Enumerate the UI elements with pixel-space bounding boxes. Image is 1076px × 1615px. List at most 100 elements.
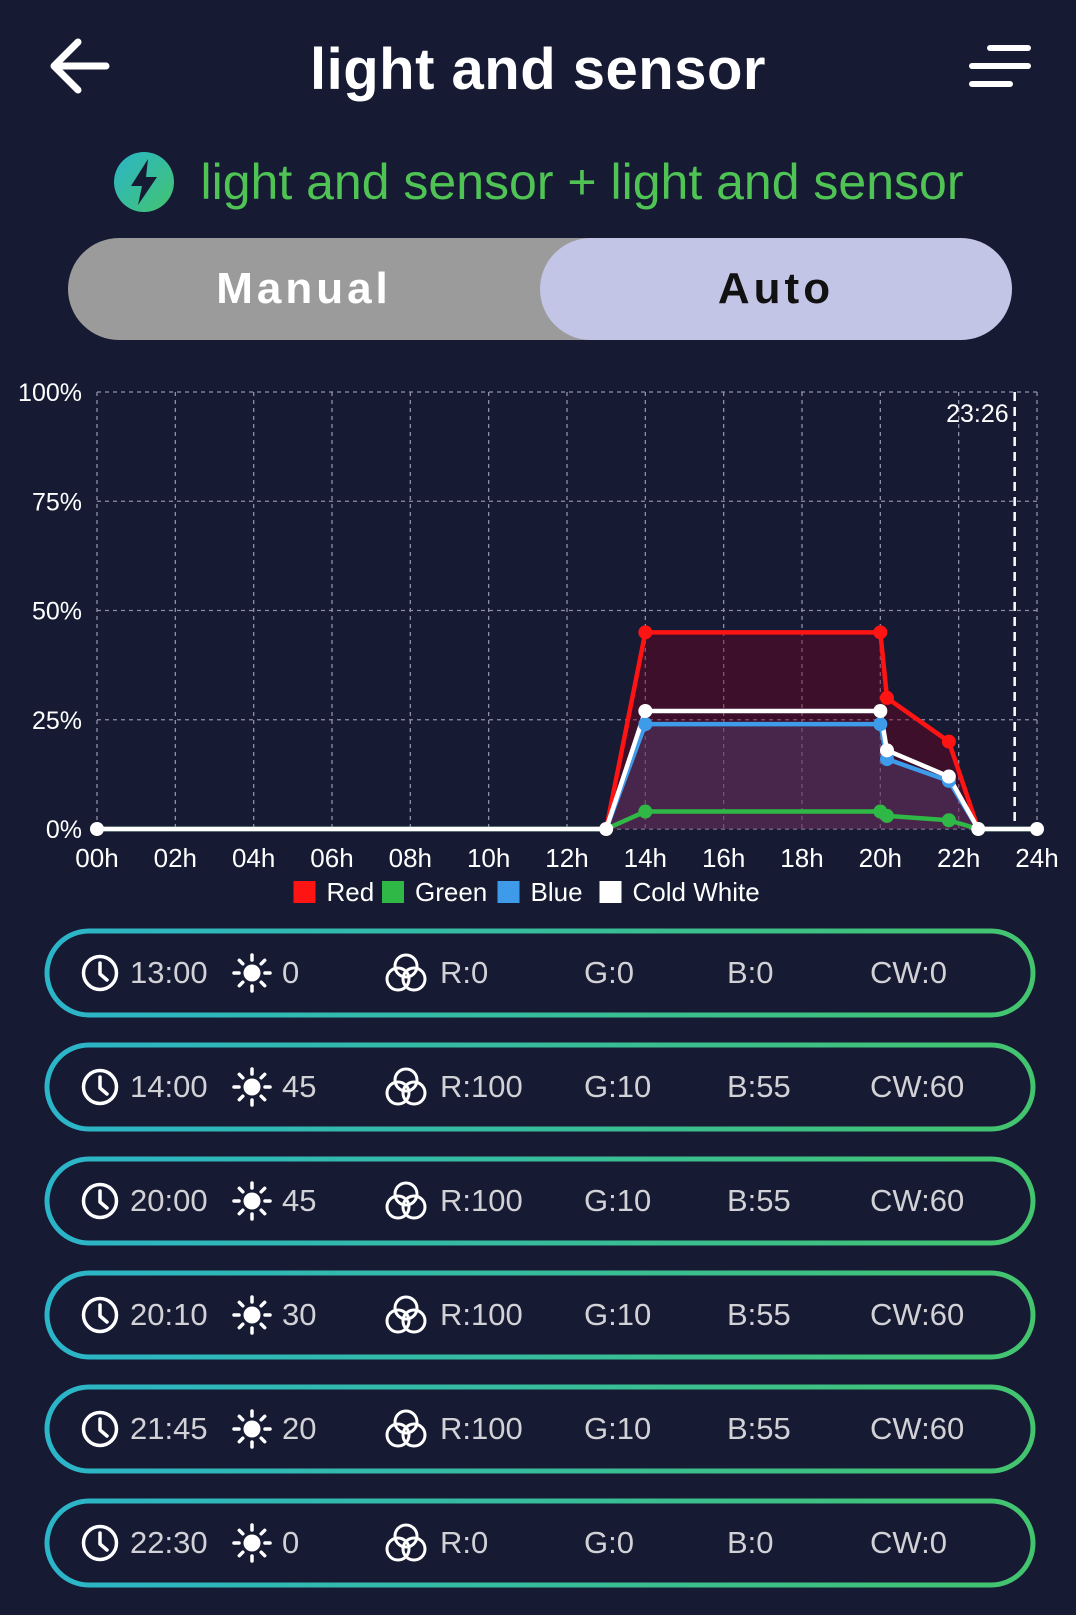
row-blue-value: B:55 bbox=[727, 1069, 791, 1104]
x-axis-labels: 00h 02h 04h 06h 08h 10h 12h 14h 16h 18h 20h 22h 24h bbox=[75, 843, 1058, 873]
mode-manual-button[interactable]: Manual bbox=[68, 238, 540, 340]
rgb-circles-icon bbox=[385, 1409, 427, 1448]
chart-svg: 100% 75% 50% 25% 0% 00h 02h 04h 06h 08h 10h 12h 14h… bbox=[18, 379, 1059, 907]
legend-label-red: Red bbox=[327, 877, 375, 907]
row-brightness: 0 bbox=[282, 955, 300, 990]
series-point-cold-white bbox=[599, 822, 614, 836]
clock-icon bbox=[81, 1296, 119, 1334]
y-axis-labels: 100% 75% 50% 25% 0% bbox=[18, 379, 82, 844]
mode-toggle: Manual Auto bbox=[68, 238, 1012, 340]
legend-swatch-cold-white bbox=[599, 881, 622, 903]
row-red-value: R:0 bbox=[440, 1525, 489, 1560]
chart-legend: Red Green Blue Cold White bbox=[293, 877, 760, 907]
row-blue-value: B:0 bbox=[727, 955, 774, 990]
x-tick-label: 14h bbox=[624, 843, 667, 873]
row-blue-value: B:0 bbox=[727, 1525, 774, 1560]
x-tick-label: 04h bbox=[232, 843, 275, 873]
x-tick-label: 12h bbox=[545, 843, 588, 873]
sun-icon bbox=[232, 1295, 272, 1335]
x-tick-label: 24h bbox=[1015, 843, 1058, 873]
row-red-value: R:100 bbox=[440, 1069, 523, 1104]
y-tick-label: 75% bbox=[32, 488, 82, 516]
series-point-blue bbox=[638, 717, 653, 732]
schedule-row[interactable]: 22:30 0 R:0 G:0 B:0 CW:0 bbox=[44, 1498, 1036, 1588]
row-brightness: 30 bbox=[282, 1297, 317, 1332]
schedule-row[interactable]: 14:00 45 R:100 G:10 B:55 CW:60 bbox=[44, 1042, 1036, 1132]
x-tick-label: 10h bbox=[467, 843, 510, 873]
schedule-row[interactable]: 13:00 0 R:0 G:0 B:0 CW:0 bbox=[44, 928, 1036, 1018]
sun-icon bbox=[232, 1067, 272, 1107]
row-brightness: 0 bbox=[282, 1525, 300, 1560]
row-time: 13:00 bbox=[130, 955, 208, 990]
schedule-row[interactable]: 20:00 45 R:100 G:10 B:55 CW:60 bbox=[44, 1156, 1036, 1246]
row-green-value: G:0 bbox=[584, 955, 634, 990]
x-tick-label: 02h bbox=[154, 843, 197, 873]
device-name-row: light and sensor + light and sensor bbox=[0, 150, 1076, 214]
app-header: light and sensor bbox=[0, 0, 1076, 140]
row-cold-white-value: CW:0 bbox=[870, 1525, 947, 1560]
clock-icon bbox=[81, 1524, 119, 1562]
rgb-circles-icon bbox=[385, 1523, 427, 1562]
row-blue-value: B:55 bbox=[727, 1183, 791, 1218]
menu-button[interactable] bbox=[966, 40, 1032, 92]
legend-label-blue: Blue bbox=[531, 877, 583, 907]
row-cold-white-value: CW:60 bbox=[870, 1069, 965, 1104]
legend-swatch-green bbox=[382, 881, 404, 903]
row-green-value: G:10 bbox=[584, 1411, 652, 1446]
y-tick-label: 50% bbox=[32, 598, 82, 626]
sun-icon bbox=[232, 1523, 272, 1563]
row-blue-value: B:55 bbox=[727, 1297, 791, 1332]
series-point-cold-white bbox=[1030, 822, 1044, 836]
row-green-value: G:10 bbox=[584, 1069, 652, 1104]
row-red-value: R:0 bbox=[440, 955, 489, 990]
legend-label-cold-white: Cold White bbox=[633, 877, 760, 907]
schedule-row[interactable]: 21:45 20 R:100 G:10 B:55 CW:60 bbox=[44, 1384, 1036, 1474]
y-tick-label: 25% bbox=[32, 707, 82, 735]
row-green-value: G:10 bbox=[584, 1297, 652, 1332]
clock-icon bbox=[81, 1182, 119, 1220]
rgb-circles-icon bbox=[385, 953, 427, 992]
x-tick-label: 18h bbox=[780, 843, 823, 873]
row-time: 14:00 bbox=[130, 1069, 208, 1104]
series-point-cold-white bbox=[873, 704, 888, 719]
clock-icon bbox=[81, 1410, 119, 1448]
x-tick-label: 08h bbox=[389, 843, 432, 873]
rgb-circles-icon bbox=[385, 1181, 427, 1220]
series-point-green bbox=[879, 808, 894, 823]
row-cold-white-value: CW:60 bbox=[870, 1183, 965, 1218]
series-point-red bbox=[638, 625, 653, 640]
legend-swatch-red bbox=[293, 881, 316, 903]
page-title: light and sensor bbox=[310, 37, 766, 102]
light-schedule-chart: 100% 75% 50% 25% 0% 00h 02h 04h 06h 08h 10h 12h 14h… bbox=[0, 370, 1076, 910]
mode-auto-button[interactable]: Auto bbox=[540, 238, 1012, 340]
legend-swatch-blue bbox=[497, 881, 520, 903]
device-name: light and sensor + light and sensor bbox=[200, 154, 964, 210]
rgb-circles-icon bbox=[385, 1067, 427, 1106]
series-point-blue bbox=[873, 717, 888, 732]
row-green-value: G:10 bbox=[584, 1183, 652, 1218]
row-blue-value: B:55 bbox=[727, 1411, 791, 1446]
row-cold-white-value: CW:60 bbox=[870, 1411, 965, 1446]
series-point-green bbox=[941, 813, 956, 828]
y-tick-label: 0% bbox=[46, 816, 82, 844]
series-point-cold-white bbox=[971, 822, 986, 836]
x-tick-label: 16h bbox=[702, 843, 745, 873]
row-time: 21:45 bbox=[130, 1411, 208, 1446]
series-point-cold-white bbox=[638, 704, 653, 719]
series-point-red bbox=[879, 690, 894, 705]
legend-label-green: Green bbox=[415, 877, 487, 907]
series-point-cold-white bbox=[90, 822, 104, 836]
schedule-row[interactable]: 20:10 30 R:100 G:10 B:55 CW:60 bbox=[44, 1270, 1036, 1360]
row-time: 20:10 bbox=[130, 1297, 208, 1332]
row-time: 22:30 bbox=[130, 1525, 208, 1560]
row-green-value: G:0 bbox=[584, 1525, 634, 1560]
sun-icon bbox=[232, 953, 272, 993]
current-time-label: 23:26 bbox=[946, 400, 1009, 428]
series-point-cold-white bbox=[879, 743, 894, 758]
sun-icon bbox=[232, 1409, 272, 1449]
menu-lines-icon bbox=[969, 45, 1031, 87]
series-point-red bbox=[873, 625, 888, 640]
series-point-green bbox=[638, 804, 653, 819]
rgb-circles-icon bbox=[385, 1295, 427, 1334]
row-red-value: R:100 bbox=[440, 1411, 523, 1446]
